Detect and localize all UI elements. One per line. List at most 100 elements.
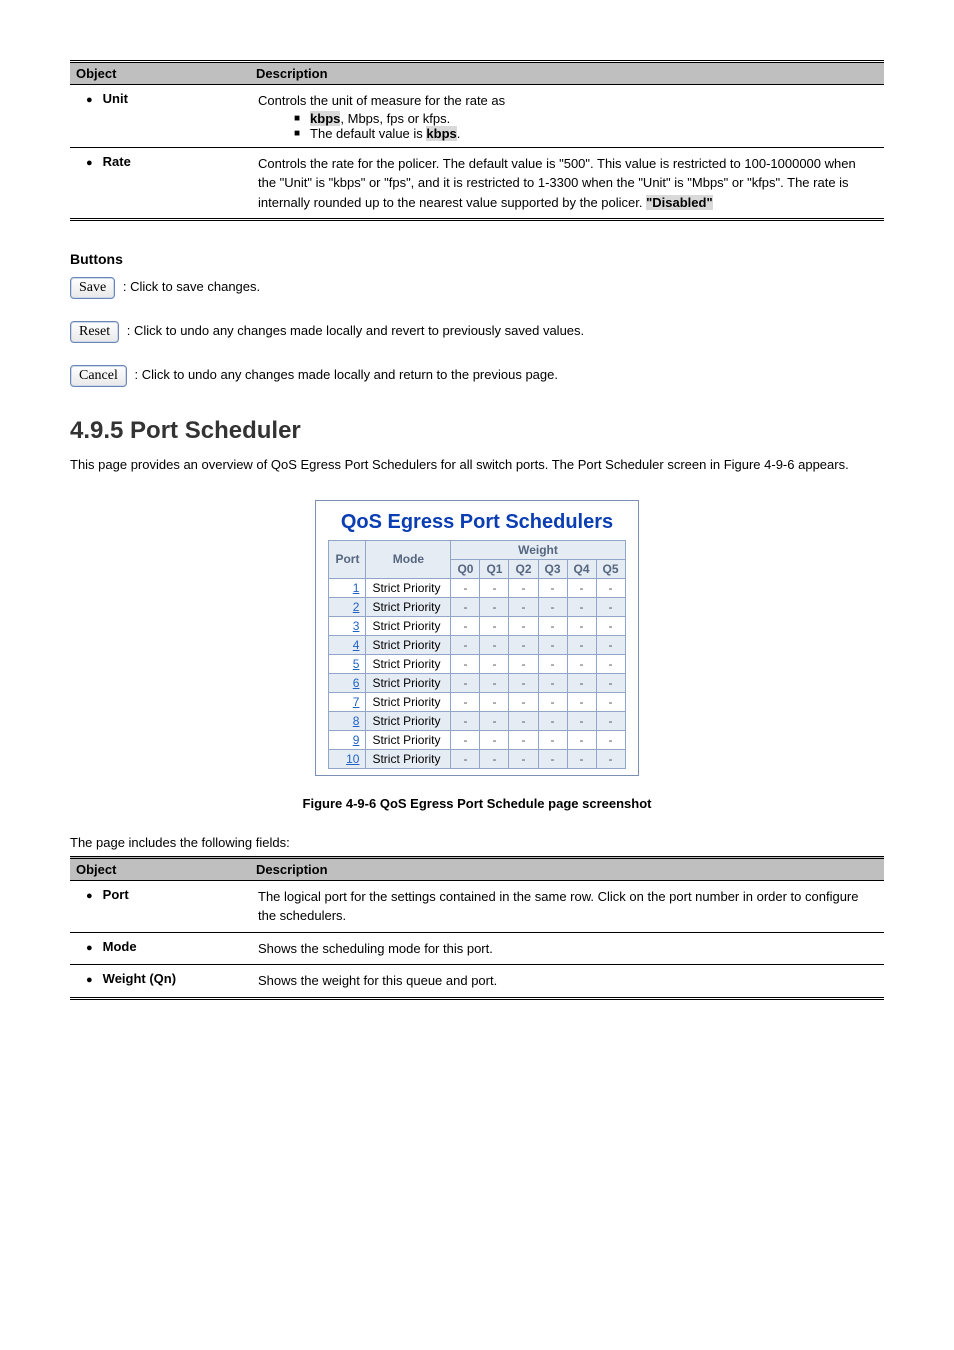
bullet-icon: ● xyxy=(86,942,93,954)
qos-weight-cell: - xyxy=(451,616,480,635)
reset-button[interactable]: Reset xyxy=(70,321,119,343)
qos-mode-cell: Strict Priority xyxy=(366,635,451,654)
qos-port-link[interactable]: 10 xyxy=(346,752,359,766)
qos-weight-cell: - xyxy=(509,749,538,768)
qos-weight-cell: - xyxy=(480,673,509,692)
square-bullet-icon: ■ xyxy=(294,113,300,124)
qos-col-q2: Q2 xyxy=(509,559,538,578)
figure-caption: Figure 4-9-6 QoS Egress Port Schedule pa… xyxy=(70,796,884,811)
qos-weight-cell: - xyxy=(451,654,480,673)
qos-weight-cell: - xyxy=(509,597,538,616)
qos-col-weight: Weight xyxy=(451,540,625,559)
col-description-header: Description xyxy=(250,62,884,85)
qos-weight-cell: - xyxy=(451,578,480,597)
qos-weight-cell: - xyxy=(480,654,509,673)
qos-weight-cell: - xyxy=(509,711,538,730)
qos-port-link[interactable]: 2 xyxy=(353,600,360,614)
qos-row: 9Strict Priority------ xyxy=(329,730,625,749)
unit-desc-line3: The default value is kbps. xyxy=(310,126,460,141)
qos-weight-cell: - xyxy=(538,635,567,654)
qos-row: 2Strict Priority------ xyxy=(329,597,625,616)
qos-weight-cell: - xyxy=(567,635,596,654)
qos-weight-cell: - xyxy=(480,597,509,616)
qos-port-link[interactable]: 6 xyxy=(353,676,360,690)
qos-weight-cell: - xyxy=(567,654,596,673)
qos-port-link[interactable]: 9 xyxy=(353,733,360,747)
qos-mode-cell: Strict Priority xyxy=(366,654,451,673)
object-description-table-2: Object Description ● Port The logical por… xyxy=(70,856,884,1000)
qos-weight-cell: - xyxy=(451,635,480,654)
qos-weight-cell: - xyxy=(509,635,538,654)
unit-desc-line1: Controls the unit of measure for the rat… xyxy=(258,91,876,111)
qos-row: 7Strict Priority------ xyxy=(329,692,625,711)
qos-mode-cell: Strict Priority xyxy=(366,730,451,749)
qos-port-link[interactable]: 8 xyxy=(353,714,360,728)
qos-weight-cell: - xyxy=(480,730,509,749)
qos-weight-cell: - xyxy=(538,692,567,711)
qos-col-mode: Mode xyxy=(366,540,451,578)
bullet-icon: ● xyxy=(86,890,93,902)
qos-row: 1Strict Priority------ xyxy=(329,578,625,597)
qos-weight-cell: - xyxy=(596,597,625,616)
qos-port-link[interactable]: 1 xyxy=(353,581,360,595)
qos-row: 5Strict Priority------ xyxy=(329,654,625,673)
qos-port-link[interactable]: 5 xyxy=(353,657,360,671)
qos-mode-cell: Strict Priority xyxy=(366,749,451,768)
qos-weight-cell: - xyxy=(567,692,596,711)
weight-label: Weight (Qn) xyxy=(103,971,176,986)
cancel-button-desc: : Click to undo any changes made locally… xyxy=(135,367,558,382)
qos-port-link[interactable]: 7 xyxy=(353,695,360,709)
bullet-icon: ● xyxy=(86,974,93,986)
qos-row: 4Strict Priority------ xyxy=(329,635,625,654)
square-bullet-icon: ■ xyxy=(294,128,300,139)
qos-weight-cell: - xyxy=(451,673,480,692)
qos-weight-cell: - xyxy=(596,749,625,768)
cancel-button[interactable]: Cancel xyxy=(70,365,127,387)
qos-weight-cell: - xyxy=(567,597,596,616)
qos-weight-cell: - xyxy=(567,749,596,768)
qos-weight-cell: - xyxy=(596,654,625,673)
qos-port-link[interactable]: 3 xyxy=(353,619,360,633)
qos-weight-cell: - xyxy=(509,673,538,692)
qos-weight-cell: - xyxy=(567,711,596,730)
qos-weight-cell: - xyxy=(480,578,509,597)
port-label: Port xyxy=(103,887,129,902)
qos-row: 6Strict Priority------ xyxy=(329,673,625,692)
qos-panel-title: QoS Egress Port Schedulers xyxy=(328,511,625,534)
col-object-header: Object xyxy=(70,857,250,880)
qos-weight-cell: - xyxy=(451,597,480,616)
qos-weight-cell: - xyxy=(596,692,625,711)
mode-label: Mode xyxy=(103,939,137,954)
qos-weight-cell: - xyxy=(480,711,509,730)
qos-mode-cell: Strict Priority xyxy=(366,673,451,692)
qos-weight-cell: - xyxy=(596,673,625,692)
qos-port-link[interactable]: 4 xyxy=(353,638,360,652)
qos-row: 3Strict Priority------ xyxy=(329,616,625,635)
qos-weight-cell: - xyxy=(567,578,596,597)
save-button[interactable]: Save xyxy=(70,277,115,299)
col-description-header: Description xyxy=(250,857,884,880)
port-desc: The logical port for the settings contai… xyxy=(258,887,876,926)
qos-weight-cell: - xyxy=(567,673,596,692)
qos-mode-cell: Strict Priority xyxy=(366,711,451,730)
bullet-icon: ● xyxy=(86,94,93,106)
qos-weight-cell: - xyxy=(451,692,480,711)
qos-weight-cell: - xyxy=(567,730,596,749)
qos-weight-cell: - xyxy=(596,635,625,654)
qos-weight-cell: - xyxy=(538,730,567,749)
qos-weight-cell: - xyxy=(596,711,625,730)
qos-mode-cell: Strict Priority xyxy=(366,578,451,597)
qos-weight-cell: - xyxy=(538,673,567,692)
qos-mode-cell: Strict Priority xyxy=(366,692,451,711)
section-title: 4.9.5 Port Scheduler xyxy=(70,417,884,445)
qos-weight-cell: - xyxy=(538,616,567,635)
weight-desc: Shows the weight for this queue and port… xyxy=(258,971,876,991)
buttons-heading: Buttons xyxy=(70,251,884,267)
qos-row: 10Strict Priority------ xyxy=(329,749,625,768)
col-object-header: Object xyxy=(70,62,250,85)
qos-weight-cell: - xyxy=(480,692,509,711)
qos-weight-cell: - xyxy=(596,730,625,749)
qos-weight-cell: - xyxy=(509,616,538,635)
qos-weight-cell: - xyxy=(538,749,567,768)
save-button-desc: : Click to save changes. xyxy=(123,279,260,294)
